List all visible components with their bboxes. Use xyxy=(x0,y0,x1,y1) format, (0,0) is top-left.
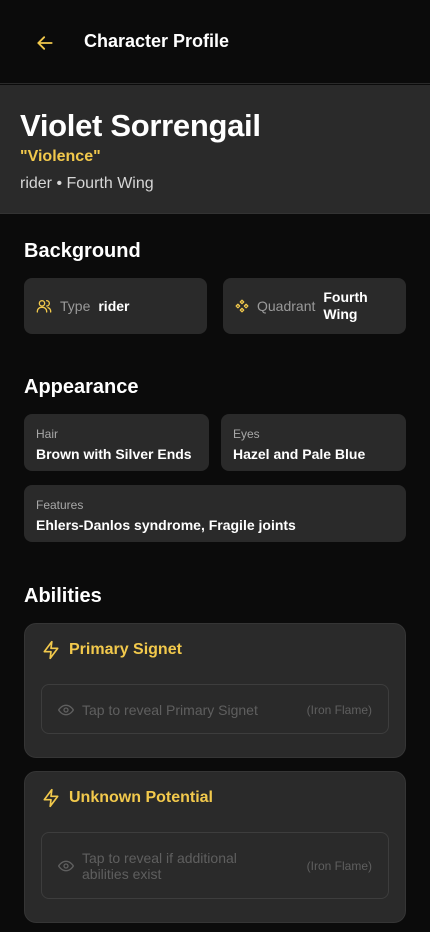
features-label: Features xyxy=(36,498,84,512)
eyes-card: Eyes Hazel and Pale Blue xyxy=(221,414,406,471)
ability-title: Primary Signet xyxy=(69,641,182,658)
quadrant-card: Quadrant Fourth Wing xyxy=(223,278,406,334)
lightning-icon xyxy=(43,788,59,808)
top-bar: Character Profile xyxy=(0,0,430,84)
character-name: Violet Sorrengail xyxy=(20,108,261,143)
section-title-abilities: Abilities xyxy=(24,585,102,607)
features-value: Ehlers-Danlos syndrome, Fragile joints xyxy=(36,517,296,533)
back-button[interactable] xyxy=(32,30,58,56)
eye-icon xyxy=(58,860,74,872)
hair-card: Hair Brown with Silver Ends xyxy=(24,414,209,471)
users-icon xyxy=(36,300,52,313)
reveal-primary-signet-button[interactable]: Tap to reveal Primary Signet (Iron Flame… xyxy=(41,684,389,734)
section-title-background: Background xyxy=(24,240,141,262)
quadrant-value: Fourth Wing xyxy=(323,289,368,322)
character-subtitle: rider • Fourth Wing xyxy=(20,175,154,192)
hair-label: Hair xyxy=(36,427,59,441)
ability-header: Primary Signet xyxy=(41,640,182,660)
reveal-unknown-potential-button[interactable]: Tap to reveal if additional abilities ex… xyxy=(41,832,389,899)
ability-card-primary-signet: Primary Signet Tap to reveal Primary Sig… xyxy=(24,623,406,758)
type-card: Type rider xyxy=(24,278,207,334)
quadrant-icon xyxy=(235,299,249,313)
type-label: Type xyxy=(60,298,91,314)
eye-icon xyxy=(58,704,74,716)
section-title-appearance: Appearance xyxy=(24,376,139,398)
source-label: (Iron Flame) xyxy=(306,703,372,717)
hair-value: Brown with Silver Ends xyxy=(36,446,192,462)
eyes-label: Eyes xyxy=(233,427,260,441)
eyes-value: Hazel and Pale Blue xyxy=(233,446,366,462)
ability-card-unknown-potential: Unknown Potential Tap to reveal if addit… xyxy=(24,771,406,923)
ability-title: Unknown Potential xyxy=(69,789,213,806)
lightning-icon xyxy=(43,640,59,660)
source-label: (Iron Flame) xyxy=(306,859,372,873)
character-nickname: "Violence" xyxy=(20,148,101,165)
reveal-text: Tap to reveal if additional abilities ex… xyxy=(82,850,237,882)
ability-header: Unknown Potential xyxy=(41,788,213,808)
quadrant-label: Quadrant xyxy=(257,298,316,314)
features-card: Features Ehlers-Danlos syndrome, Fragile… xyxy=(24,485,406,542)
reveal-text: Tap to reveal Primary Signet xyxy=(82,702,258,718)
page-title: Character Profile xyxy=(84,31,230,51)
arrow-left-icon xyxy=(37,36,53,50)
type-value: rider xyxy=(98,297,130,314)
